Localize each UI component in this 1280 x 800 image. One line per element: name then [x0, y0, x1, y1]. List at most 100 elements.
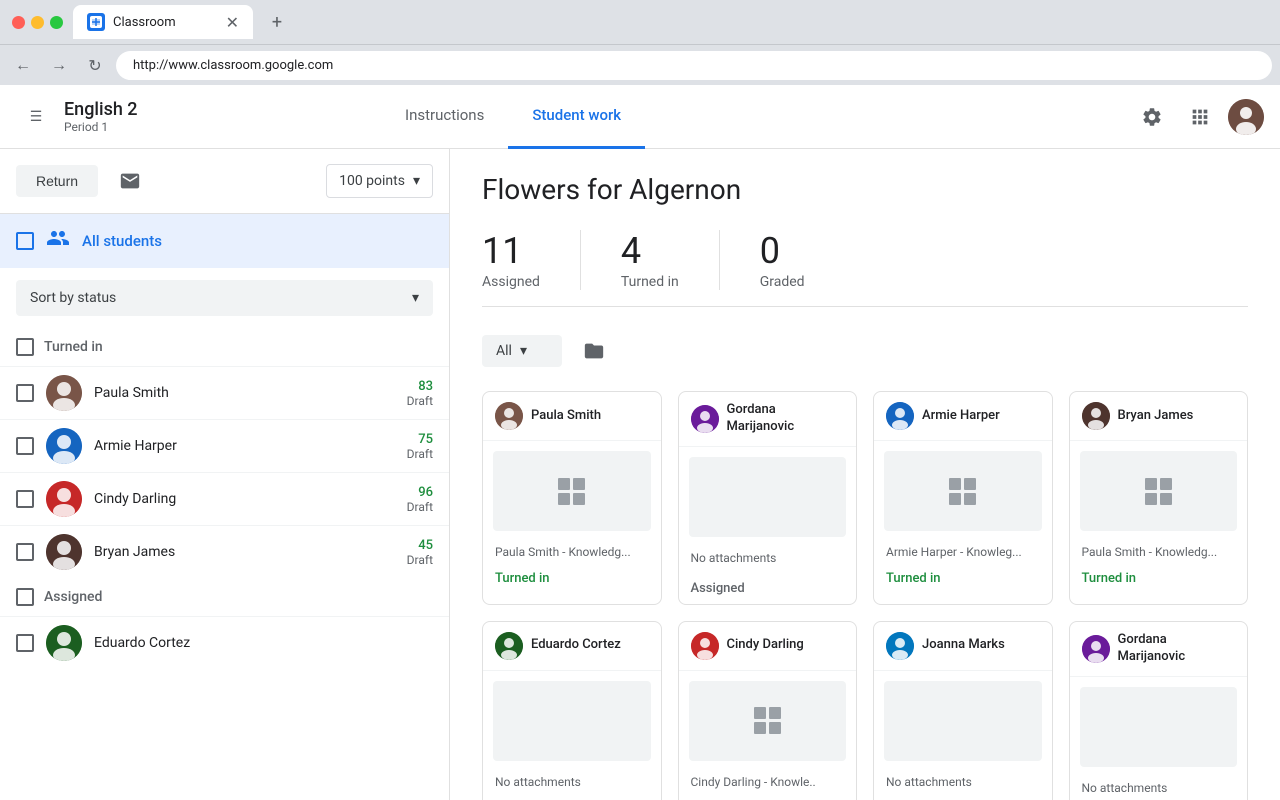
folder-button[interactable] — [574, 331, 614, 371]
back-button[interactable]: ← — [8, 50, 38, 80]
tab-instructions[interactable]: Instructions — [381, 85, 508, 149]
app-logo: English 2 Period 1 — [64, 99, 138, 134]
card-filename: Paula Smith - Knowledg... — [1070, 541, 1248, 563]
student-checkbox[interactable] — [16, 634, 34, 652]
avatar — [46, 625, 82, 661]
apps-button[interactable] — [1180, 97, 1220, 137]
header-tabs: Instructions Student work — [381, 85, 645, 149]
grid-icon — [558, 478, 585, 505]
list-item[interactable]: Eduardo Cortez — [0, 616, 449, 669]
card-header: Eduardo Cortez — [483, 622, 661, 671]
card-header: Cindy Darling — [679, 622, 857, 671]
settings-button[interactable] — [1132, 97, 1172, 137]
card-status: Assigned — [679, 573, 857, 604]
all-students-checkbox[interactable] — [16, 232, 34, 250]
student-card[interactable]: Joanna Marks No attachments — [873, 621, 1053, 800]
turned-in-section-checkbox[interactable] — [16, 338, 34, 356]
card-status: Turned in — [1070, 563, 1248, 594]
card-avatar — [691, 632, 719, 660]
student-name: Armie Harper — [94, 438, 395, 454]
all-students-label: All students — [82, 232, 162, 250]
avatar — [46, 481, 82, 517]
student-card[interactable]: Gordana Marijanovic No attachments Assig… — [678, 391, 858, 605]
card-student-name: Bryan James — [1118, 408, 1194, 425]
card-no-attach: No attachments — [483, 771, 661, 797]
card-no-attach: No attachments — [1070, 777, 1248, 800]
students-group-icon — [46, 226, 70, 256]
all-students-row[interactable]: All students — [0, 214, 449, 268]
stat-assigned: 11 Assigned — [482, 230, 581, 290]
filter-select[interactable]: All ▾ — [482, 335, 562, 367]
student-card[interactable]: Cindy Darling Cindy Darling - Knowle.. — [678, 621, 858, 800]
student-card[interactable]: Eduardo Cortez No attachments — [482, 621, 662, 800]
student-checkbox[interactable] — [16, 490, 34, 508]
apps-icon — [1189, 106, 1211, 128]
grid-icon — [949, 478, 976, 505]
card-student-name: Armie Harper — [922, 408, 1000, 425]
card-header: Bryan James — [1070, 392, 1248, 441]
list-item[interactable]: Cindy Darling 96 Draft — [0, 472, 449, 525]
grid-icon — [754, 707, 781, 734]
card-no-attach: No attachments — [679, 547, 857, 573]
refresh-button[interactable]: ↻ — [80, 50, 110, 80]
points-selector[interactable]: 100 points ▾ — [326, 164, 433, 198]
list-item[interactable]: Armie Harper 75 Draft — [0, 419, 449, 472]
address-bar[interactable]: http://www.classroom.google.com — [116, 51, 1272, 80]
student-card[interactable]: Gordana Marijanovic No attachments — [1069, 621, 1249, 800]
new-tab-button[interactable]: + — [263, 8, 291, 36]
student-card[interactable]: Paula Smith Paula Smith - Knowledg... Tu… — [482, 391, 662, 605]
stats-row: 11 Assigned 4 Turned in 0 Graded — [482, 230, 1248, 307]
card-no-attachment-area — [493, 681, 651, 761]
assignment-title: Flowers for Algernon — [482, 173, 1248, 206]
filter-option: All — [496, 343, 512, 359]
sort-label: Sort by status — [30, 290, 116, 306]
stat-graded-number: 0 — [760, 230, 780, 272]
main-content: Flowers for Algernon 11 Assigned 4 Turne… — [450, 149, 1280, 800]
card-status — [679, 793, 857, 800]
user-avatar[interactable] — [1228, 99, 1264, 135]
student-name: Paula Smith — [94, 385, 395, 401]
student-checkbox[interactable] — [16, 384, 34, 402]
list-item[interactable]: Paula Smith 83 Draft — [0, 366, 449, 419]
browser-dots — [12, 16, 63, 29]
return-button[interactable]: Return — [16, 165, 98, 197]
card-student-name: Gordana Marijanovic — [727, 402, 845, 436]
card-avatar — [495, 402, 523, 430]
close-dot[interactable] — [12, 16, 25, 29]
card-attachment — [689, 681, 847, 761]
card-no-attachment-area — [884, 681, 1042, 761]
student-name: Bryan James — [94, 544, 395, 560]
forward-button[interactable]: → — [44, 50, 74, 80]
card-header: Paula Smith — [483, 392, 661, 441]
stat-turned-in-number: 4 — [621, 230, 641, 272]
card-header: Joanna Marks — [874, 622, 1052, 671]
stat-turned-in: 4 Turned in — [621, 230, 720, 290]
grid-icon — [1145, 478, 1172, 505]
card-avatar — [1082, 635, 1110, 663]
tab-student-work[interactable]: Student work — [508, 85, 645, 149]
minimize-dot[interactable] — [31, 16, 44, 29]
card-student-name: Cindy Darling — [727, 637, 804, 654]
card-student-name: Gordana Marijanovic — [1118, 632, 1236, 666]
list-item[interactable]: Bryan James 45 Draft — [0, 525, 449, 578]
sidebar: Return 100 points ▾ All students Sort by… — [0, 149, 450, 800]
cards-grid: Paula Smith Paula Smith - Knowledg... Tu… — [482, 391, 1248, 800]
tab-title: Classroom — [113, 15, 176, 30]
menu-button[interactable]: ☰ — [16, 97, 56, 137]
stat-assigned-number: 11 — [482, 230, 522, 272]
card-status: Turned in — [874, 563, 1052, 594]
class-period: Period 1 — [64, 120, 138, 134]
stat-assigned-label: Assigned — [482, 274, 540, 290]
student-card[interactable]: Armie Harper Armie Harper - Knowleg... T… — [873, 391, 1053, 605]
card-header: Armie Harper — [874, 392, 1052, 441]
mail-button[interactable] — [110, 161, 150, 201]
sort-select[interactable]: Sort by status ▾ — [16, 280, 433, 316]
assigned-section-checkbox[interactable] — [16, 588, 34, 606]
student-checkbox[interactable] — [16, 437, 34, 455]
browser-tab[interactable]: Classroom ✕ — [73, 5, 253, 39]
tab-close-button[interactable]: ✕ — [226, 13, 239, 32]
student-checkbox[interactable] — [16, 543, 34, 561]
student-grade: 96 Draft — [407, 485, 433, 514]
maximize-dot[interactable] — [50, 16, 63, 29]
student-card[interactable]: Bryan James Paula Smith - Knowledg... Tu… — [1069, 391, 1249, 605]
